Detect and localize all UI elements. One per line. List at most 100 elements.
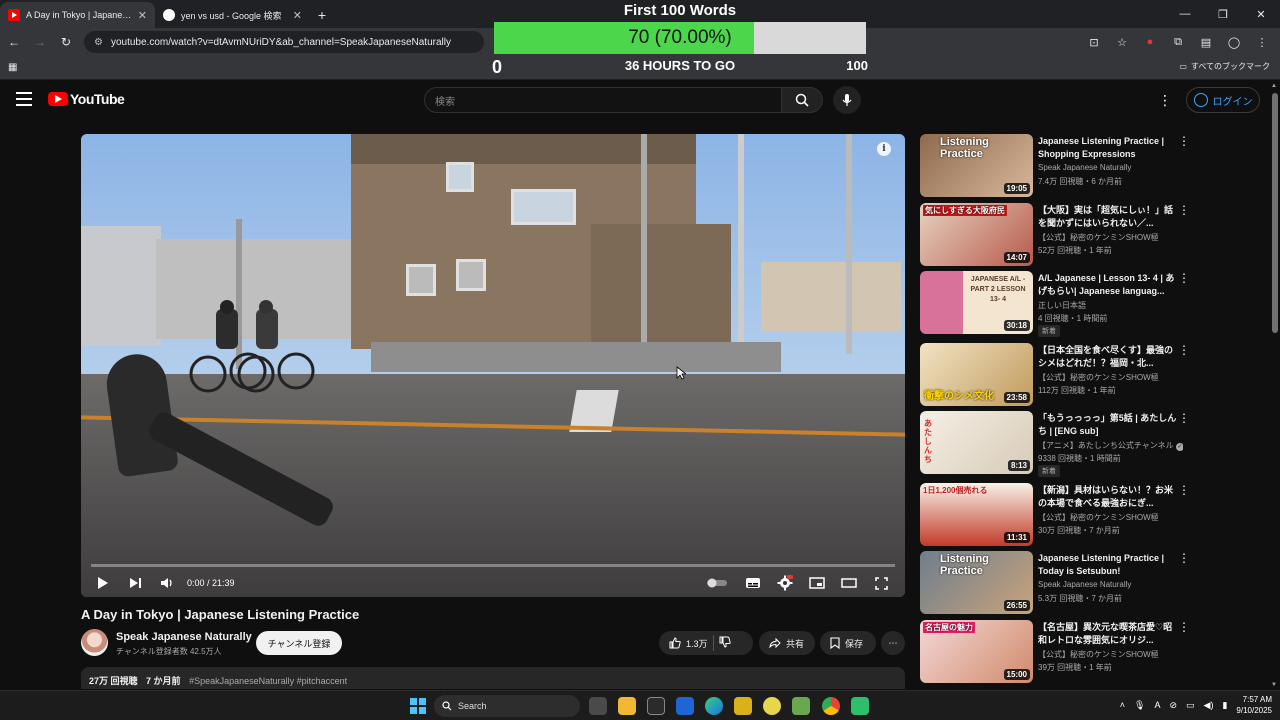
extensions-puzzle-icon[interactable]: ⧉ <box>1166 30 1190 54</box>
site-info-icon[interactable]: ⚙ <box>94 37 103 48</box>
video-thumbnail[interactable]: JAPANESE A/L - PART 2 LESSON 13- 4 30:18 <box>920 271 1033 334</box>
more-vertical-icon[interactable]: ⋮ <box>1178 551 1190 565</box>
app-icon[interactable] <box>647 697 665 715</box>
recommendation-channel[interactable]: 【公式】秘密のケンミンSHOW極 <box>1038 372 1183 383</box>
edge-icon[interactable] <box>705 697 723 715</box>
extension-record-icon[interactable]: ● <box>1138 30 1162 54</box>
like-button[interactable]: 1.3万 <box>669 637 708 650</box>
subtitles-button[interactable] <box>743 573 763 593</box>
recommendation-item[interactable]: 名古屋の魅力 15:00 【名古屋】異次元な喫茶店愛♡昭和レトロな雰囲気にオリジ… <box>920 620 1195 684</box>
app-icon[interactable] <box>851 697 869 715</box>
play-button[interactable] <box>93 573 113 593</box>
taskbar-search[interactable]: Search <box>434 695 580 717</box>
app-icon[interactable] <box>676 697 694 715</box>
new-tab-button[interactable]: + <box>310 2 334 28</box>
more-vertical-icon[interactable]: ⋮ <box>1178 343 1190 357</box>
clock[interactable]: 7:57 AM 9/10/2025 <box>1236 694 1272 716</box>
login-button[interactable]: ログイン <box>1186 87 1260 113</box>
recommendation-title[interactable]: Japanese Listening Practice | Today is S… <box>1038 552 1178 578</box>
subscribe-button[interactable]: チャンネル登録 <box>256 631 342 655</box>
video-thumbnail[interactable]: 1日1,200個売れる 11:31 <box>920 483 1033 546</box>
ime-indicator[interactable]: A <box>1154 700 1160 710</box>
volume-button[interactable] <box>157 573 177 593</box>
settings-button[interactable] <box>775 573 795 593</box>
youtube-logo[interactable]: YouTube <box>48 91 125 107</box>
miniplayer-button[interactable] <box>807 573 827 593</box>
install-app-icon[interactable]: ⊡ <box>1082 30 1106 54</box>
channel-avatar[interactable] <box>81 629 108 656</box>
dislike-button[interactable] <box>719 636 731 650</box>
recommendation-item[interactable]: Listening Practice 26:55 Japanese Listen… <box>920 551 1195 615</box>
more-vertical-icon[interactable]: ⋮ <box>1178 483 1190 497</box>
autoplay-toggle[interactable] <box>705 573 729 593</box>
recommendation-channel[interactable]: 【公式】秘密のケンミンSHOW極 <box>1038 232 1183 243</box>
browser-menu-icon[interactable]: ⋮ <box>1250 30 1274 54</box>
scrollbar-thumb[interactable] <box>1272 93 1278 333</box>
chrome-icon[interactable] <box>822 697 840 715</box>
video-player[interactable]: i 0:00 / 21:39 <box>81 134 905 597</box>
chevron-up-icon[interactable]: ˄ <box>1120 700 1125 710</box>
speaker-icon[interactable]: ◀) <box>1204 700 1214 711</box>
app-icon[interactable] <box>734 697 752 715</box>
page-scrollbar[interactable]: ▲ ▼ <box>1270 81 1280 690</box>
next-button[interactable] <box>125 573 145 593</box>
recommendation-item[interactable]: 1日1,200個売れる 11:31 【新潟】具材はいらない！？お米の本場で食べる… <box>920 483 1195 547</box>
recommendation-channel[interactable]: Speak Japanese Naturally <box>1038 580 1183 589</box>
search-button[interactable] <box>781 87 823 113</box>
info-icon[interactable]: i <box>877 142 891 156</box>
network-icon[interactable]: ▭ <box>1186 700 1195 711</box>
close-window-icon[interactable]: ✕ <box>1242 0 1280 28</box>
microphone-icon[interactable]: 🎙 <box>1134 700 1145 711</box>
app-icon[interactable] <box>763 697 781 715</box>
video-thumbnail[interactable]: Listening Practice 26:55 <box>920 551 1033 614</box>
tab-google[interactable]: yen vs usd - Google 検索 ✕ <box>155 2 310 28</box>
video-thumbnail[interactable]: Listening Practice 19:05 <box>920 134 1033 197</box>
back-icon[interactable]: ← <box>2 30 26 54</box>
recommendation-title[interactable]: 【新潟】具材はいらない！？お米の本場で食べる最強おにぎ... <box>1038 484 1178 510</box>
maximize-icon[interactable]: ❐ <box>1204 0 1242 28</box>
windows-start-icon[interactable] <box>410 698 426 714</box>
recommendation-item[interactable]: 衝撃のシメ文化 23:58 【日本全国を食べ尽くす】最強のシメはどれだ！？福岡・… <box>920 343 1195 407</box>
video-thumbnail[interactable]: あたしんち 8:13 <box>920 411 1033 474</box>
more-actions-button[interactable]: ⋯ <box>881 631 905 655</box>
channel-name[interactable]: Speak Japanese Naturally <box>116 631 252 643</box>
recommendation-title[interactable]: 「もうっっっっ」第5話 | あたしんち | [ENG sub] <box>1038 412 1178 438</box>
recommendation-item[interactable]: JAPANESE A/L - PART 2 LESSON 13- 4 30:18… <box>920 271 1195 337</box>
settings-kebab-icon[interactable]: ⋮ <box>1158 91 1172 109</box>
url-input[interactable]: ⚙ youtube.com/watch?v=dtAvmNUriDY&ab_cha… <box>84 31 484 53</box>
save-button[interactable]: 保存 <box>820 631 876 655</box>
recommendation-channel[interactable]: 【公式】秘密のケンミンSHOW極 <box>1038 512 1183 523</box>
close-tab-icon[interactable]: ✕ <box>293 9 302 22</box>
task-view-icon[interactable] <box>589 697 607 715</box>
hashtags[interactable]: #SpeakJapaneseNaturally #pitchaccent <box>189 676 347 686</box>
search-input[interactable]: 検索 <box>424 87 782 113</box>
recommendation-title[interactable]: 【名古屋】異次元な喫茶店愛♡昭和レトロな雰囲気にオリジ... <box>1038 621 1178 647</box>
recommendation-title[interactable]: 【大阪】実は「超気にしぃ！」話を聞かずにはいられない／... <box>1038 204 1178 230</box>
menu-hamburger-icon[interactable] <box>16 92 32 106</box>
description-box[interactable]: 27万 回視聴 7 か月前 #SpeakJapaneseNaturally #p… <box>81 667 905 689</box>
scroll-up-icon[interactable]: ▲ <box>1271 83 1277 89</box>
ime-mode-icon[interactable]: ⊘ <box>1169 700 1177 711</box>
all-bookmarks-button[interactable]: ▭ すべてのブックマーク <box>1179 61 1270 72</box>
video-thumbnail[interactable]: 名古屋の魅力 15:00 <box>920 620 1033 683</box>
scroll-down-icon[interactable]: ▼ <box>1271 682 1277 688</box>
recommendation-item[interactable]: Listening Practice 19:05 Japanese Listen… <box>920 134 1195 198</box>
recommendation-item[interactable]: あたしんち 8:13 「もうっっっっ」第5話 | あたしんち | [ENG su… <box>920 411 1195 477</box>
more-vertical-icon[interactable]: ⋮ <box>1178 134 1190 148</box>
minimize-icon[interactable]: — <box>1166 0 1204 28</box>
tab-youtube[interactable]: A Day in Tokyo | Japanese Liste ✕ <box>0 2 155 28</box>
file-explorer-icon[interactable] <box>618 697 636 715</box>
bookmark-star-icon[interactable]: ☆ <box>1110 30 1134 54</box>
forward-icon[interactable]: → <box>28 30 52 54</box>
recommendation-channel[interactable]: 【公式】秘密のケンミンSHOW極 <box>1038 649 1183 660</box>
video-thumbnail[interactable]: 衝撃のシメ文化 23:58 <box>920 343 1033 406</box>
profile-icon[interactable]: ◯ <box>1222 30 1246 54</box>
video-progress-bar[interactable] <box>91 564 895 567</box>
close-tab-icon[interactable]: ✕ <box>138 9 147 22</box>
voice-search-button[interactable] <box>833 86 861 114</box>
apps-grid-icon[interactable]: ▦ <box>8 62 17 73</box>
more-vertical-icon[interactable]: ⋮ <box>1178 203 1190 217</box>
theater-mode-button[interactable] <box>839 573 859 593</box>
recommendation-title[interactable]: A/L Japanese | Lesson 13- 4 | あげもらい| Jap… <box>1038 272 1178 298</box>
more-vertical-icon[interactable]: ⋮ <box>1178 271 1190 285</box>
